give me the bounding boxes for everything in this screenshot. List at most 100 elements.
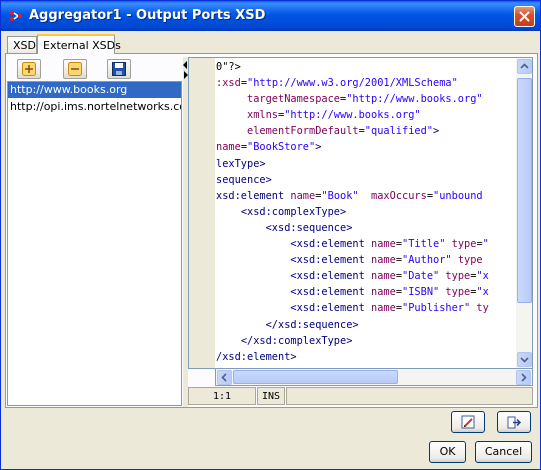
code-token: type	[457, 254, 483, 267]
code-line: 13 <xsd:element name="Author" type	[216, 252, 489, 268]
code-token: name	[371, 302, 396, 315]
external-xsd-list[interactable]: http://www.books.org http://opi.ims.nort…	[7, 81, 182, 406]
code-token: lexType>	[216, 157, 266, 170]
code-token: type	[445, 270, 471, 283]
cancel-button[interactable]: Cancel	[475, 441, 532, 463]
code-token: "Date"	[402, 270, 440, 283]
window-title: Aggregator1 - Output Ports XSD	[29, 8, 266, 23]
code-line: 18 </xsd:complexType>	[216, 333, 489, 349]
close-icon	[519, 11, 530, 22]
add-icon	[22, 62, 36, 76]
save-icon	[112, 62, 126, 76]
code-token: xmlns	[247, 109, 278, 122]
code-line: 5 elementFormDefault="qualified">	[216, 123, 489, 139]
xsd-toolbar	[7, 57, 180, 81]
code-token: "	[482, 238, 489, 251]
code-token: "qualified"	[364, 125, 433, 138]
code-token: <xsd:element	[290, 270, 371, 283]
code-token: <xsd:element	[290, 238, 371, 251]
code-token: "http://www.w3.org/2001/XMLSchema"	[247, 77, 458, 90]
list-item[interactable]: http://www.books.org	[8, 82, 181, 99]
code-line: 6name="BookStore">	[216, 139, 489, 155]
horizontal-scroll-thumb[interactable]	[233, 370, 398, 384]
code-token: "http://www.books.org"	[284, 109, 421, 122]
code-token: name	[216, 141, 241, 154]
scroll-up-button[interactable]	[517, 59, 532, 74]
horizontal-scrollbar[interactable]	[215, 369, 533, 386]
code-line: 11 <xsd:sequence>	[216, 220, 489, 236]
list-item[interactable]: http://opi.ims.nortelnetworks.com	[8, 99, 181, 116]
collapse-left-icon[interactable]	[183, 61, 187, 69]
code-token: "ISBN"	[402, 286, 440, 299]
code-token: "http://www.books.org"	[346, 93, 483, 106]
code-token: name	[371, 286, 396, 299]
code-token: sequence>	[216, 173, 272, 186]
save-button[interactable]	[107, 59, 131, 79]
vertical-scroll-thumb[interactable]	[517, 78, 532, 303]
xsd-code-editor[interactable]: 10"?>2:xsd="http://www.w3.org/2001/XMLSc…	[188, 57, 533, 369]
ok-button[interactable]: OK	[429, 441, 466, 463]
code-token: elementFormDefault	[247, 125, 359, 138]
code-line: 19/xsd:element>	[216, 349, 489, 365]
code-line: 8sequence>	[216, 172, 489, 188]
chevron-down-icon	[520, 357, 529, 363]
code-token: type	[451, 238, 477, 251]
dialog-window: Aggregator1 - Output Ports XSD XSD Exter…	[0, 0, 541, 470]
code-token: name	[371, 270, 396, 283]
code-token: maxOccurs	[371, 189, 427, 202]
code-line: 10"?>	[216, 59, 489, 75]
title-bar[interactable]: Aggregator1 - Output Ports XSD	[1, 1, 540, 31]
status-message	[286, 387, 533, 405]
code-token: name	[290, 189, 316, 202]
code-token: >	[315, 141, 322, 154]
edit-button[interactable]	[451, 411, 485, 433]
close-button[interactable]	[514, 6, 535, 27]
scroll-down-button[interactable]	[517, 352, 532, 367]
tab-xsd[interactable]: XSD	[7, 36, 37, 53]
tab-external-xsds[interactable]: External XSDs	[37, 34, 121, 54]
remove-button[interactable]	[63, 59, 87, 79]
code-token: :xsd	[216, 77, 241, 90]
code-line: 17 </xsd:sequence>	[216, 317, 489, 333]
code-line: 10 <xsd:complexType>	[216, 204, 489, 220]
export-button[interactable]	[497, 411, 531, 433]
code-area[interactable]: 10"?>2:xsd="http://www.w3.org/2001/XMLSc…	[216, 58, 516, 368]
code-token: targetNamespace	[247, 93, 340, 106]
scroll-right-button[interactable]	[516, 370, 531, 385]
code-line: 16 <xsd:element name="Publisher" ty	[216, 300, 489, 316]
code-line: 9xsd:element name="Book" maxOccurs="unbo…	[216, 188, 489, 204]
code-line: 14 <xsd:element name="Date" type="x	[216, 268, 488, 284]
code-lines: 10"?>2:xsd="http://www.w3.org/2001/XMLSc…	[216, 59, 489, 365]
code-token: ty	[476, 302, 489, 315]
remove-icon	[68, 62, 82, 76]
code-token: >	[433, 125, 440, 138]
code-token: "BookStore"	[247, 141, 316, 154]
add-button[interactable]	[17, 59, 41, 79]
edit-icon	[461, 415, 475, 429]
code-token: <xsd:element	[290, 302, 371, 315]
code-token: "Publisher"	[402, 302, 471, 315]
aggregator-icon	[10, 11, 22, 21]
line-number-gutter	[189, 58, 215, 368]
code-token: </xsd:complexType>	[240, 334, 353, 347]
vertical-scrollbar[interactable]	[516, 58, 532, 368]
code-token: <xsd:element	[290, 286, 371, 299]
code-token: "Author"	[402, 254, 452, 267]
code-token: "x	[476, 286, 489, 299]
code-token: <xsd:sequence>	[265, 221, 353, 234]
code-token: "Title"	[402, 238, 446, 251]
code-line: 3 targetNamespace="http://www.books.org"	[216, 91, 489, 107]
code-token: "Book"	[321, 189, 359, 202]
code-line: 15 <xsd:element name="ISBN" type="x	[216, 284, 489, 300]
tab-external-xsds-label: External XSDs	[43, 39, 121, 52]
scroll-left-button[interactable]	[217, 370, 232, 385]
